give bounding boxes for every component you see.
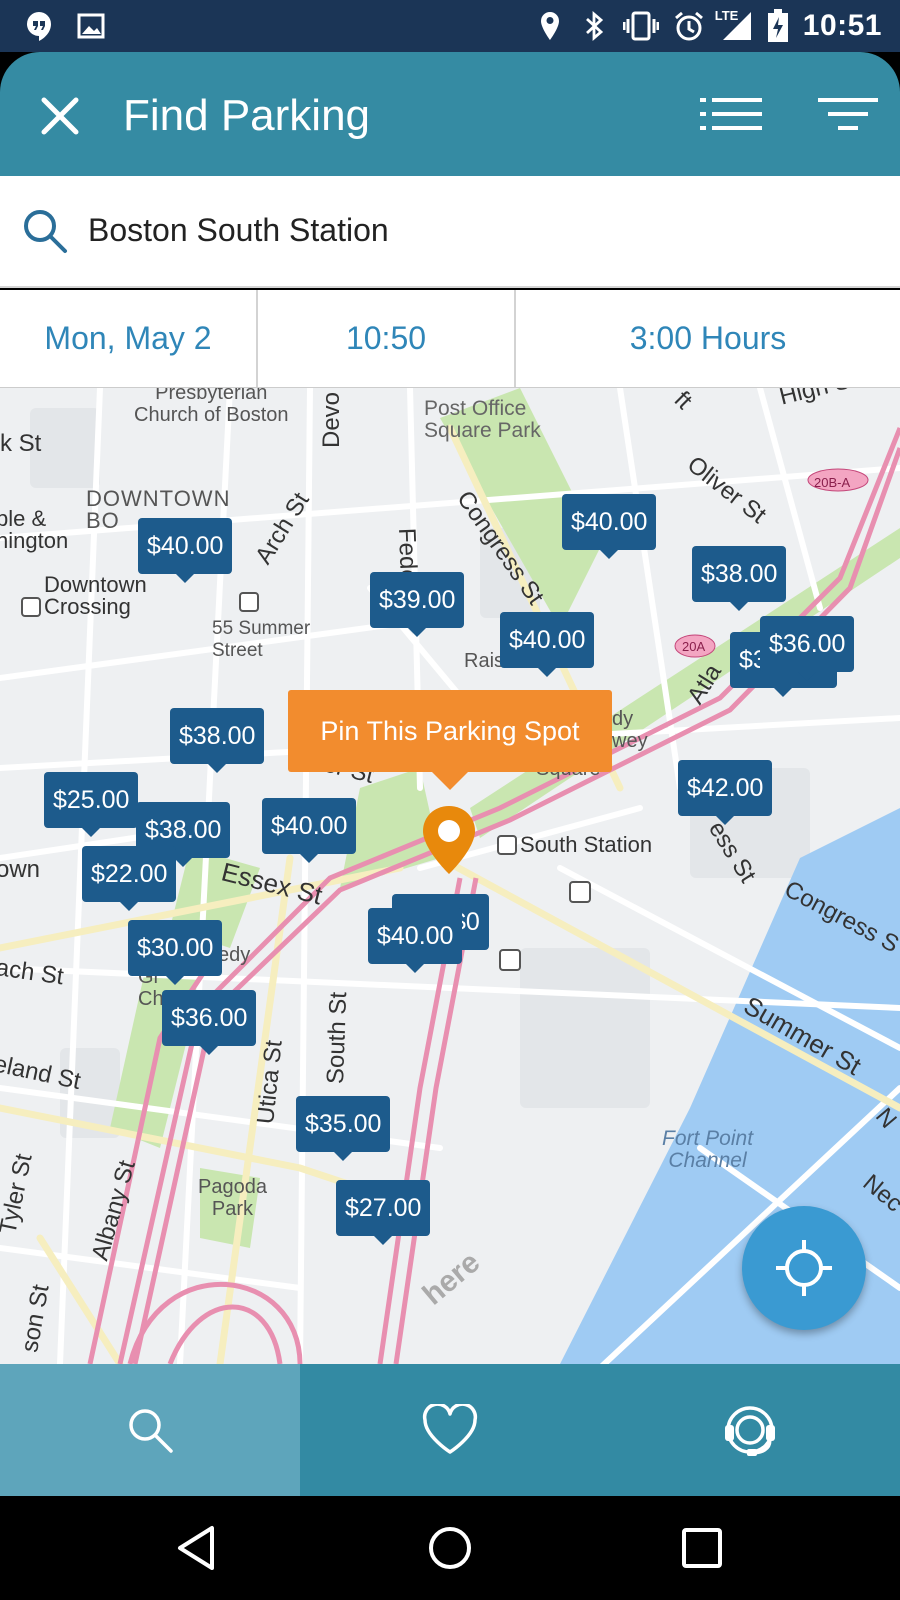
parking-price-marker[interactable]: $40.00 xyxy=(562,494,657,559)
my-location-button[interactable] xyxy=(742,1206,866,1330)
place-label: ple & hington xyxy=(0,506,69,553)
booking-options-row: Mon, May 2 10:50 3:00 Hours xyxy=(0,290,900,388)
parking-price-marker[interactable]: $38.00 xyxy=(170,708,265,773)
tab-support[interactable] xyxy=(600,1364,900,1496)
page-title: Find Parking xyxy=(123,91,371,140)
network-type-label: LTE xyxy=(714,8,739,23)
street-label: k St xyxy=(0,430,42,457)
duration-selector[interactable]: 3:00 Hours xyxy=(516,290,900,387)
recents-icon[interactable] xyxy=(676,1522,728,1574)
parking-price-marker[interactable]: $25.00 xyxy=(44,772,139,837)
place-label: South Station xyxy=(520,832,653,857)
vibrate-icon xyxy=(622,11,659,41)
support-headset-icon xyxy=(725,1406,775,1456)
parking-price-marker[interactable]: $40.00 xyxy=(138,518,233,583)
place-label: edy xyxy=(218,944,251,966)
parking-price-marker[interactable]: $30.00 xyxy=(128,920,223,985)
place-label: 55 Summer Street xyxy=(212,618,311,661)
heart-icon xyxy=(422,1404,478,1454)
bottom-tab-bar xyxy=(0,1364,900,1496)
bluetooth-icon xyxy=(585,10,603,42)
place-label: Fort Point Channel xyxy=(662,1127,754,1172)
search-icon xyxy=(24,210,67,253)
parking-price-marker[interactable]: $38.00 xyxy=(692,546,787,611)
street-label: South St xyxy=(322,991,353,1085)
parking-price-marker[interactable]: $22.00 xyxy=(82,846,177,911)
close-icon[interactable] xyxy=(34,90,86,142)
app-bar: Find Parking xyxy=(0,52,900,176)
location-icon xyxy=(540,12,559,40)
street-label: own xyxy=(0,856,41,883)
parking-price-marker[interactable]: $36.00 xyxy=(760,616,855,681)
date-selector[interactable]: Mon, May 2 xyxy=(0,290,258,387)
search-bar xyxy=(0,176,900,288)
place-label: Pagoda Park xyxy=(198,1176,267,1220)
time-selector[interactable]: 10:50 xyxy=(258,290,516,387)
place-label: Presbyterian Church of Boston xyxy=(134,388,289,426)
route-badge: 20B-A xyxy=(814,475,851,490)
parking-price-marker[interactable]: $39.00 xyxy=(370,572,465,637)
parking-price-marker[interactable]: $36.00 xyxy=(162,990,257,1055)
route-badge: 20A xyxy=(682,639,706,654)
filter-icon[interactable] xyxy=(818,92,878,136)
search-input[interactable] xyxy=(88,200,868,260)
place-label: dy wey xyxy=(612,708,648,752)
parking-price-marker[interactable]: $40.00 xyxy=(368,908,463,973)
my-location-icon xyxy=(776,1240,832,1296)
street-label: Devo xyxy=(318,391,345,448)
parking-map[interactable]: Presbyterian Church of Boston Post Offic… xyxy=(0,388,900,1364)
parking-price-marker[interactable]: $35.00 xyxy=(296,1096,391,1161)
back-icon[interactable] xyxy=(172,1522,224,1574)
tab-favorites[interactable] xyxy=(300,1364,600,1496)
alarm-icon xyxy=(674,11,703,41)
pin-parking-spot-button[interactable]: Pin This Parking Spot xyxy=(288,690,612,790)
search-icon xyxy=(129,1409,173,1453)
place-label: Post Office Square Park xyxy=(424,397,541,442)
parking-price-marker[interactable]: $40.00 xyxy=(262,798,357,863)
image-icon xyxy=(77,13,105,39)
parking-price-marker[interactable]: $27.00 xyxy=(336,1180,431,1245)
place-label: Rais xyxy=(464,650,505,672)
place-label: Downtown Crossing xyxy=(44,572,147,619)
hangouts-icon xyxy=(27,12,51,41)
map-pin-icon[interactable] xyxy=(420,804,478,876)
status-bar: LTE 10:51 xyxy=(0,0,900,52)
system-nav-bar xyxy=(0,1496,900,1600)
list-view-icon[interactable] xyxy=(700,92,764,136)
status-time: 10:51 xyxy=(802,9,882,42)
tab-search[interactable] xyxy=(0,1364,300,1496)
signal-icon: LTE xyxy=(715,8,753,42)
parking-price-marker[interactable]: $42.00 xyxy=(678,760,773,825)
home-icon[interactable] xyxy=(424,1522,476,1574)
battery-charging-icon xyxy=(767,9,788,42)
parking-price-marker[interactable]: $40.00 xyxy=(500,612,595,677)
